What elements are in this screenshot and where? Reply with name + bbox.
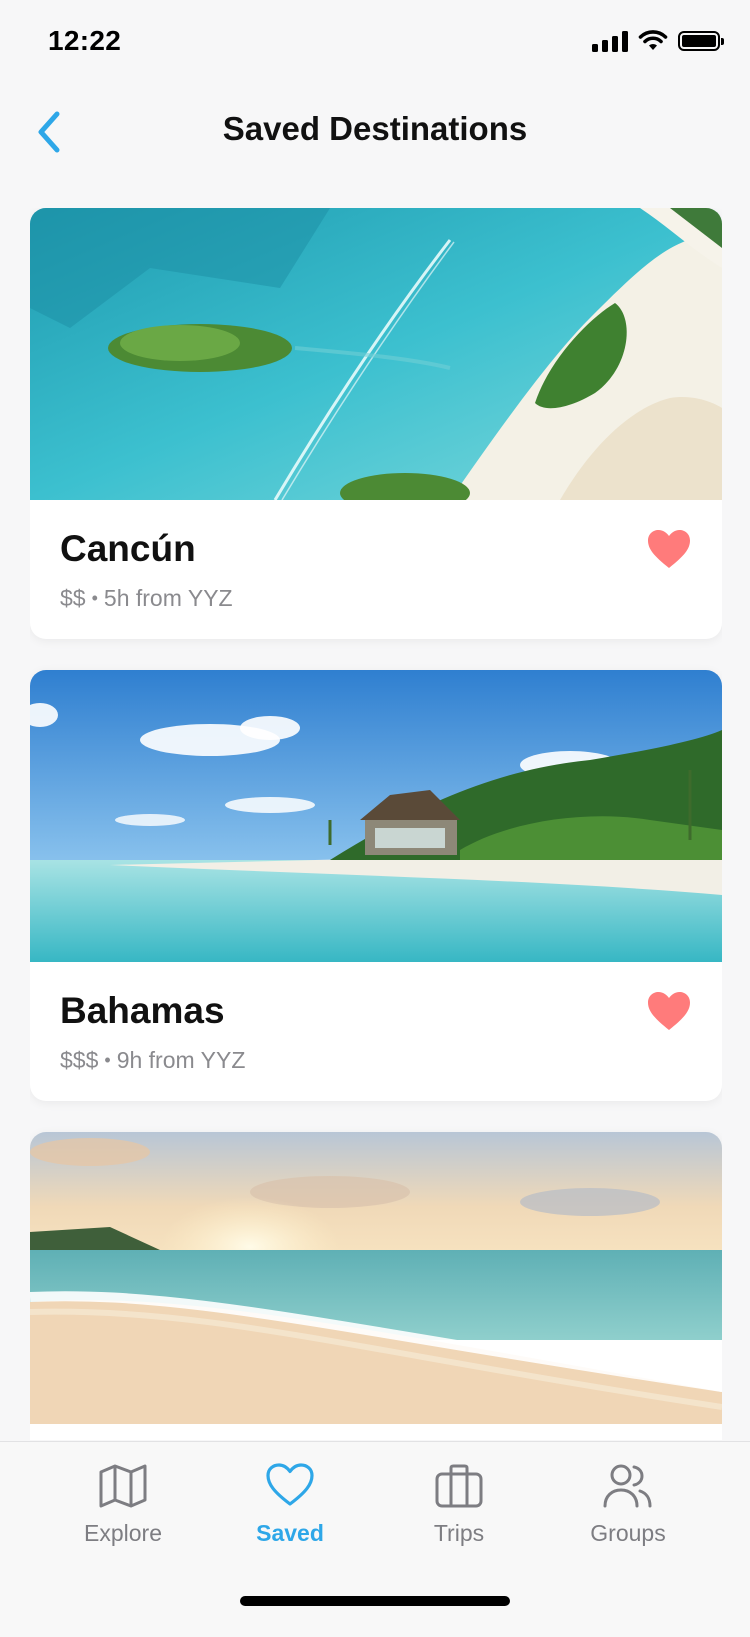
tab-saved[interactable]: Saved [215,1460,365,1547]
destination-image [30,208,722,500]
heart-icon [266,1463,314,1506]
heart-filled-icon [648,992,690,1030]
status-icons [592,30,724,52]
destination-meta: $$$ • 9h from YYZ [60,1047,245,1074]
tab-groups[interactable]: Groups [553,1460,703,1547]
battery-icon [678,31,724,51]
status-time: 12:22 [48,25,122,56]
home-indicator [240,1596,510,1606]
destination-card-bahamas[interactable]: Bahamas $$$ • 9h from YYZ [30,670,722,1101]
tab-label: Trips [433,1520,485,1546]
tab-label: Explore [84,1520,162,1546]
tab-explore[interactable]: Explore [48,1460,198,1547]
price-level: $$ [60,585,86,611]
destination-image [30,1132,722,1424]
tab-trips[interactable]: Trips [384,1460,534,1547]
heart-filled-icon [648,530,690,568]
travel-time: 9h from YYZ [116,1047,246,1073]
travel-time: 5h from YYZ [103,585,233,611]
favorite-button[interactable] [646,528,692,570]
destination-meta: $$ • 5h from YYZ [60,585,233,612]
page-title: Saved Destinations [222,110,528,147]
destination-name: Bahamas [60,990,225,1031]
wifi-icon [638,30,668,50]
saved-destinations-list: Cancún $$ • 5h from YYZ Bahamas $$$ • 9h… [30,208,722,1440]
status-bar: 12:22 [0,0,750,88]
destination-name: Cancún [60,528,196,569]
destination-card-sunset-beach[interactable] [30,1132,722,1440]
price-level: $$$ [60,1047,99,1073]
cellular-signal-icon [592,30,628,52]
navigation-bar: Saved Destinations [0,88,750,176]
favorite-button[interactable] [646,990,692,1032]
map-icon [99,1464,147,1508]
tab-bar: Explore Saved Trips Groups [0,1441,750,1637]
briefcase-icon [435,1464,483,1508]
destination-image [30,670,722,962]
meta-separator: • [91,588,98,608]
meta-separator: • [104,1050,111,1070]
tab-label: Groups [590,1520,666,1546]
users-icon [603,1464,652,1508]
tab-label: Saved [256,1520,324,1546]
destination-card-cancun[interactable]: Cancún $$ • 5h from YYZ [30,208,722,639]
